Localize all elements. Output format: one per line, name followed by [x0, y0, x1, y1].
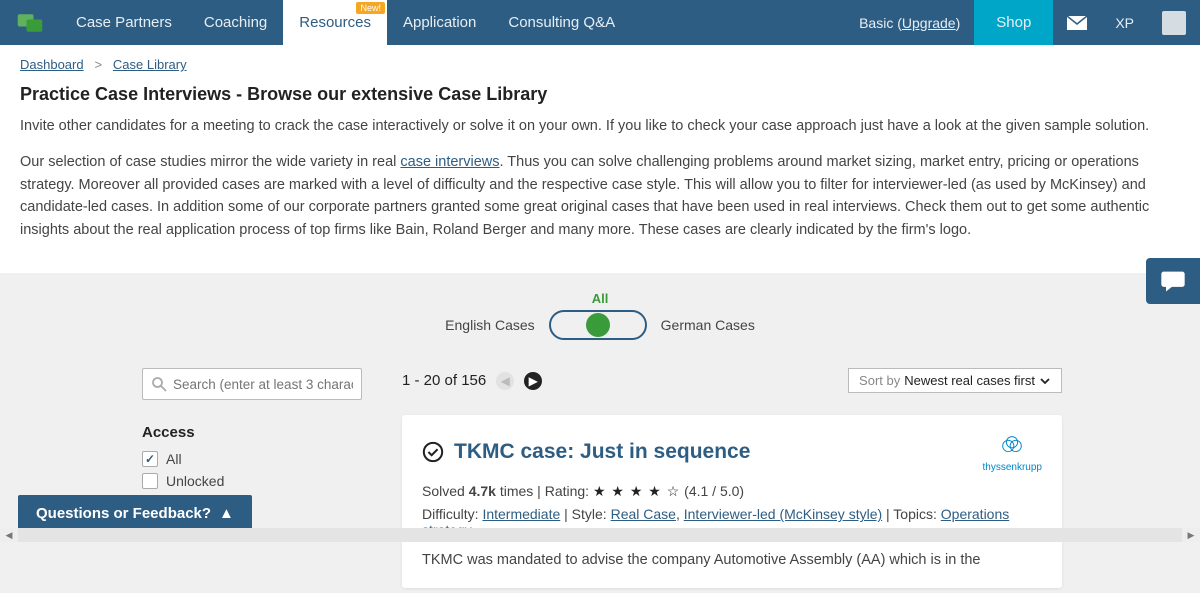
chat-fab[interactable] — [1146, 258, 1200, 304]
feedback-label: Questions or Feedback? — [36, 505, 211, 522]
xp-label[interactable]: XP — [1101, 0, 1148, 45]
rating-stars: ★ ★ ★ ★ ☆ — [593, 483, 680, 499]
nav-application[interactable]: Application — [387, 0, 492, 45]
sidebar-filters: Access All Unlocked Not unlocked — [142, 368, 362, 588]
pager: 1 - 20 of 156 ◀ ▶ — [402, 372, 542, 390]
toggle-german-label[interactable]: German Cases — [661, 317, 755, 333]
nav-right: Basic (Upgrade) Shop XP — [845, 0, 1200, 45]
checkbox-all[interactable] — [142, 451, 158, 467]
breadcrumb-case-library[interactable]: Case Library — [113, 57, 187, 72]
case-head: TKMC case: Just in sequence thyssenkrupp — [422, 431, 1042, 473]
case-title-link[interactable]: TKMC case: Just in sequence — [454, 440, 750, 464]
list-header: 1 - 20 of 156 ◀ ▶ Sort by Newest real ca… — [402, 368, 1062, 393]
new-badge: New! — [356, 2, 385, 14]
chat-icon — [1159, 267, 1187, 295]
language-switch[interactable] — [549, 310, 647, 340]
filter-area: All English Cases German Cases Access Al… — [0, 273, 1200, 593]
style-mckinsey-link[interactable]: Interviewer-led (McKinsey style) — [684, 506, 882, 522]
facet-access-all[interactable]: All — [142, 451, 362, 467]
verified-icon — [422, 441, 444, 463]
search-icon — [151, 376, 167, 392]
sort-label: Sort by — [859, 373, 900, 388]
intro-p2: Our selection of case studies mirror the… — [20, 151, 1180, 241]
toggle-all-label[interactable]: All — [20, 291, 1180, 306]
plan-label: Basic — [859, 15, 893, 31]
pager-range: 1 - 20 of 156 — [402, 372, 486, 389]
intro-text: Invite other candidates for a meeting to… — [20, 115, 1180, 241]
search-input[interactable] — [173, 377, 353, 392]
chevron-down-icon — [1039, 375, 1051, 387]
avatar-icon — [1162, 11, 1186, 35]
search-box[interactable] — [142, 368, 362, 400]
triangle-up-icon: ▲ — [219, 505, 234, 522]
style-real-case-link[interactable]: Real Case — [611, 506, 676, 522]
page-title: Practice Case Interviews - Browse our ex… — [20, 84, 1180, 105]
nav-resources-label: Resources — [299, 14, 371, 31]
pager-prev[interactable]: ◀ — [496, 372, 514, 390]
scroll-right-btn[interactable]: ▶ — [1182, 528, 1200, 542]
language-toggle-row: All English Cases German Cases — [20, 291, 1180, 340]
nav-items: Case Partners Coaching Resources New! Ap… — [60, 0, 845, 45]
case-description: TKMC was mandated to advise the company … — [422, 550, 1042, 572]
scrollbar-track[interactable]: ◀ ▶ — [0, 528, 1200, 542]
company-logo[interactable]: thyssenkrupp — [983, 431, 1042, 473]
checkbox-unlocked[interactable] — [142, 473, 158, 489]
plan-upgrade[interactable]: Basic (Upgrade) — [845, 0, 974, 45]
pager-next[interactable]: ▶ — [524, 372, 542, 390]
user-avatar[interactable] — [1148, 0, 1200, 45]
nav-coaching[interactable]: Coaching — [188, 0, 283, 45]
intro-p1: Invite other candidates for a meeting to… — [20, 115, 1180, 137]
breadcrumb: Dashboard > Case Library — [20, 57, 1180, 72]
nav-shop[interactable]: Shop — [974, 0, 1053, 45]
breadcrumb-dashboard[interactable]: Dashboard — [20, 57, 84, 72]
sort-dropdown[interactable]: Sort by Newest real cases first — [848, 368, 1062, 393]
facet-access-unlocked[interactable]: Unlocked — [142, 473, 362, 489]
facet-access-title: Access — [142, 424, 362, 441]
upgrade-link[interactable]: Upgrade — [902, 15, 956, 31]
sort-value: Newest real cases first — [904, 373, 1035, 388]
messages-icon[interactable] — [1053, 0, 1101, 45]
case-meta-solved: Solved 4.7k times | Rating: ★ ★ ★ ★ ☆ (4… — [422, 483, 1042, 500]
scroll-left-btn[interactable]: ◀ — [0, 528, 18, 542]
facet-unlocked-label: Unlocked — [166, 473, 224, 489]
company-logo-text: thyssenkrupp — [983, 462, 1042, 473]
solved-count: 4.7k — [469, 483, 496, 499]
two-column-layout: Access All Unlocked Not unlocked 1 - 20 … — [20, 368, 1180, 588]
rating-text: (4.1 / 5.0) — [680, 483, 744, 499]
toggle-english-label[interactable]: English Cases — [445, 317, 535, 333]
nav-consulting-qa[interactable]: Consulting Q&A — [492, 0, 631, 45]
nav-resources[interactable]: Resources New! — [283, 0, 387, 45]
language-toggle: English Cases German Cases — [20, 310, 1180, 340]
nav-case-partners[interactable]: Case Partners — [60, 0, 188, 45]
horizontal-scrollbar[interactable]: ◀ ▶ — [0, 528, 1200, 542]
case-interviews-link[interactable]: case interviews — [400, 154, 499, 170]
top-nav: Case Partners Coaching Resources New! Ap… — [0, 0, 1200, 45]
brand-logo[interactable] — [0, 0, 60, 45]
content-header: Dashboard > Case Library Practice Case I… — [0, 45, 1200, 273]
facet-all-label: All — [166, 451, 182, 467]
case-card: TKMC case: Just in sequence thyssenkrupp… — [402, 415, 1062, 588]
results-column: 1 - 20 of 156 ◀ ▶ Sort by Newest real ca… — [402, 368, 1062, 588]
switch-knob — [586, 313, 610, 337]
feedback-button[interactable]: Questions or Feedback? ▲ — [18, 495, 252, 532]
difficulty-link[interactable]: Intermediate — [482, 506, 560, 522]
